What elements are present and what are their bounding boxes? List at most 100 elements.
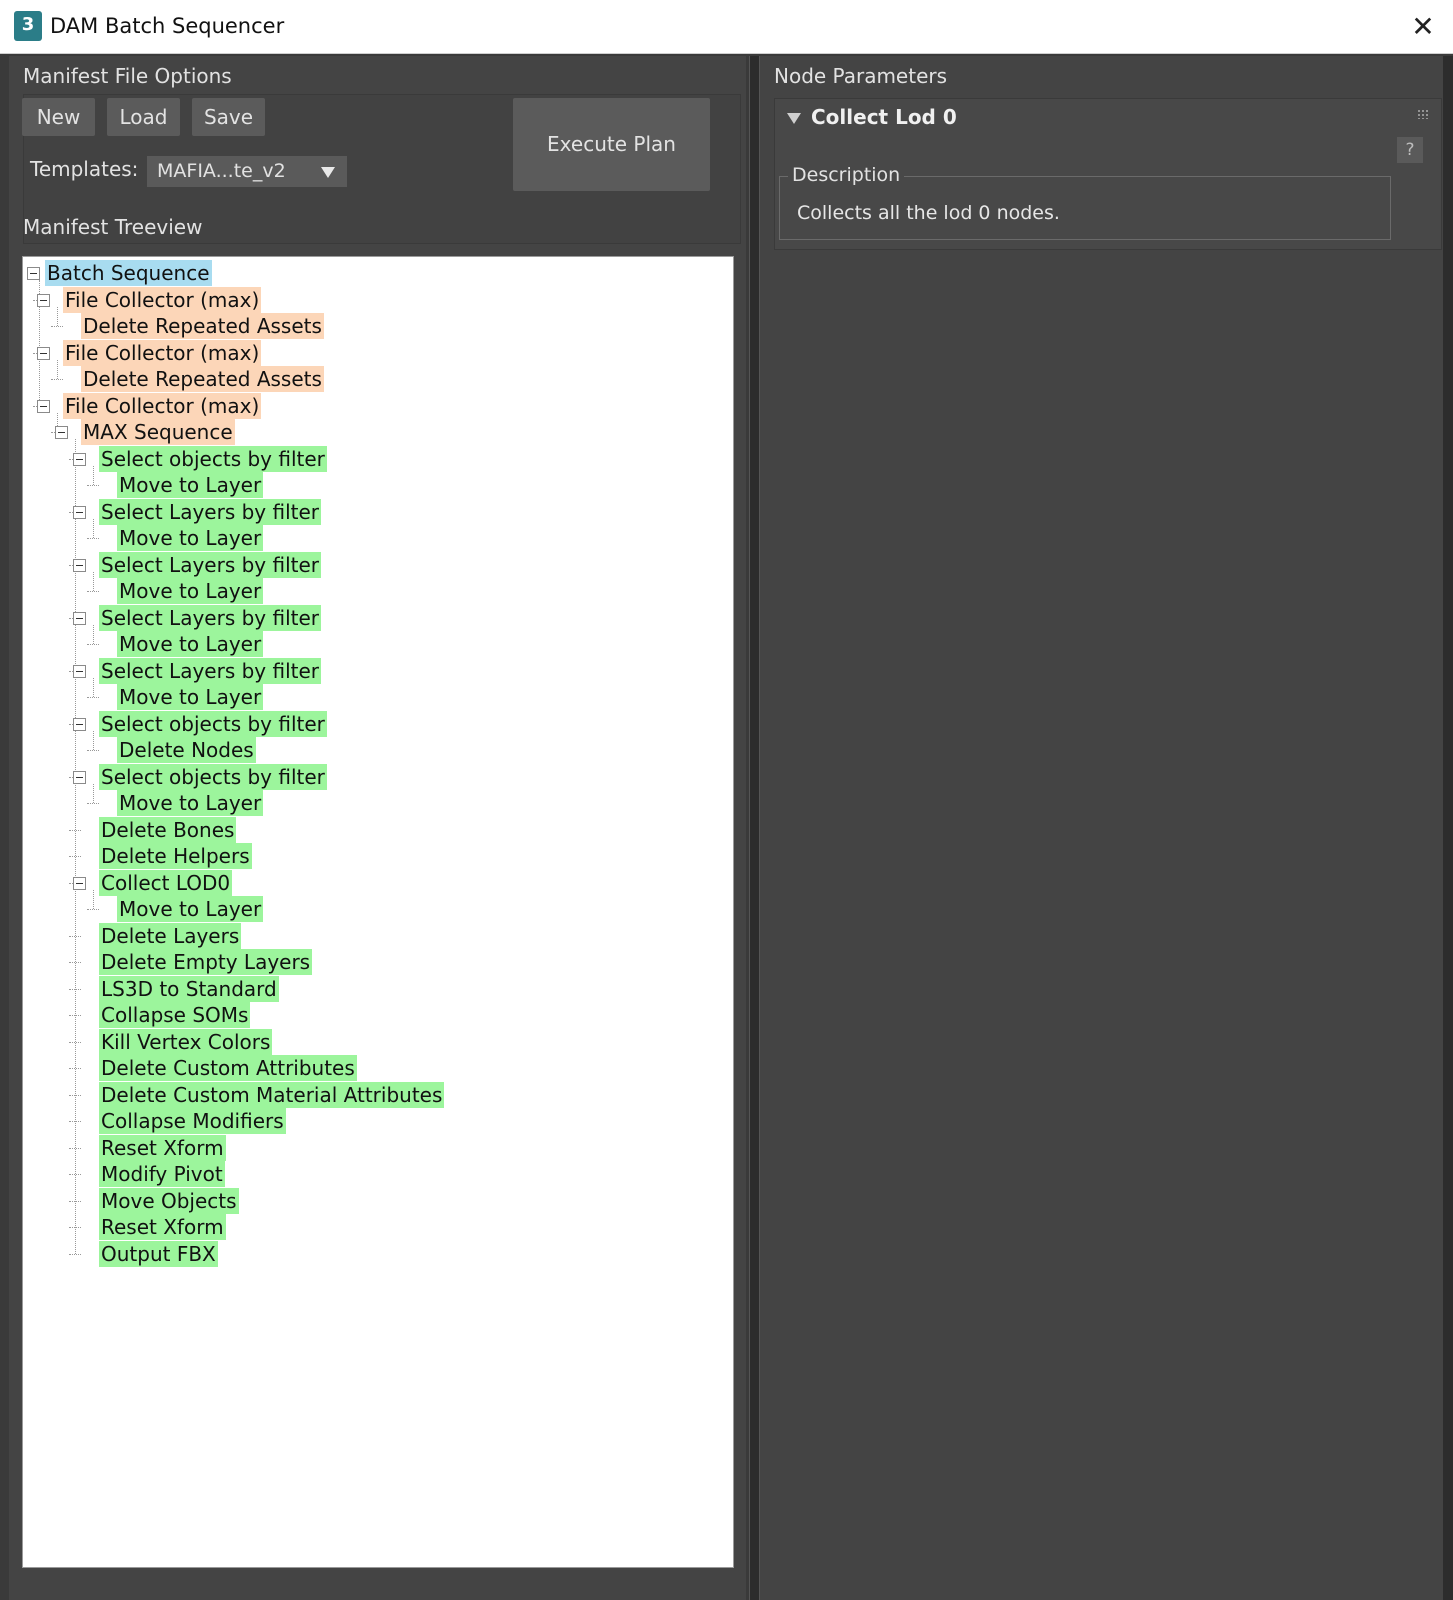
collapse-toggle-icon[interactable] bbox=[73, 505, 86, 519]
tree-node[interactable]: LS3D to Standard bbox=[99, 975, 279, 1002]
tree-node[interactable]: Select objects by filter bbox=[99, 710, 327, 737]
tree-node[interactable]: Delete Repeated Assets bbox=[81, 366, 324, 392]
collapse-toggle-icon[interactable] bbox=[73, 611, 86, 625]
tree-node-label: Delete Helpers bbox=[99, 843, 252, 869]
drag-grip-icon[interactable] bbox=[1417, 109, 1429, 119]
tree-node[interactable]: Move to Layer bbox=[117, 684, 264, 710]
tree-node-label: File Collector (max) bbox=[63, 286, 262, 313]
tree-node[interactable]: Modify Pivot bbox=[99, 1161, 225, 1187]
collapse-toggle-icon[interactable] bbox=[73, 664, 86, 678]
manifest-treeview[interactable]: Batch Sequence File Collector (max) Delete… bbox=[22, 256, 734, 1568]
tree-node[interactable]: Select Layers by filter bbox=[99, 498, 322, 525]
tree-node[interactable]: Output FBX bbox=[99, 1240, 218, 1267]
collapse-toggle-icon[interactable] bbox=[73, 452, 86, 466]
tree-connector bbox=[69, 1147, 81, 1149]
description-text: Collects all the lod 0 nodes. bbox=[797, 202, 1060, 224]
tree-node[interactable]: Kill Vertex Colors bbox=[99, 1028, 273, 1055]
help-button[interactable]: ? bbox=[1397, 137, 1423, 163]
tree-node[interactable]: Move to Layer bbox=[117, 790, 264, 816]
tree-node[interactable]: Delete Nodes bbox=[117, 737, 256, 763]
save-button[interactable]: Save bbox=[192, 98, 265, 136]
tree-node[interactable]: Delete Empty Layers bbox=[99, 949, 313, 975]
tree-node[interactable]: Move to Layer bbox=[117, 578, 264, 604]
load-button[interactable]: Load bbox=[107, 98, 180, 136]
tree-node-label: Batch Sequence bbox=[45, 260, 212, 286]
chevron-down-icon bbox=[321, 167, 335, 178]
tree-node-label: Move to Layer bbox=[117, 578, 264, 604]
tree-connector bbox=[69, 935, 81, 937]
collapse-toggle-icon[interactable] bbox=[73, 558, 86, 572]
tree-node-label: Move to Layer bbox=[117, 684, 264, 710]
close-button[interactable]: ✕ bbox=[1403, 8, 1443, 46]
window-edge bbox=[1443, 56, 1453, 1600]
tree-connector bbox=[87, 485, 99, 486]
tree-node-label: Output FBX bbox=[99, 1240, 218, 1267]
tree-node[interactable]: Delete Custom Material Attributes bbox=[99, 1081, 445, 1108]
tree-node[interactable]: Move to Layer bbox=[117, 631, 264, 657]
tree-node-label: LS3D to Standard bbox=[99, 975, 279, 1002]
tree-node[interactable]: Batch Sequence bbox=[45, 260, 212, 286]
tree-node[interactable]: File Collector (max) bbox=[63, 392, 262, 419]
tree-node[interactable]: Reset Xform bbox=[99, 1214, 226, 1240]
left-pane: Manifest File Options New Load Save Exec… bbox=[9, 56, 746, 1600]
tree-node[interactable]: Move Objects bbox=[99, 1187, 239, 1214]
tree-node-label: Select Layers by filter bbox=[99, 551, 322, 578]
tree-connector bbox=[69, 1015, 81, 1016]
tree-node[interactable]: Delete Custom Attributes bbox=[99, 1055, 357, 1081]
collapse-toggle-icon[interactable] bbox=[73, 770, 86, 784]
tree-node[interactable]: Delete Layers bbox=[99, 922, 242, 949]
tree-node-label: Delete Empty Layers bbox=[99, 949, 313, 975]
new-button[interactable]: New bbox=[22, 98, 95, 136]
collapse-toggle-icon[interactable] bbox=[73, 876, 86, 890]
tree-node-label: File Collector (max) bbox=[63, 392, 262, 419]
title-bar: 3 DAM Batch Sequencer ✕ bbox=[0, 0, 1453, 54]
tree-node-label: Kill Vertex Colors bbox=[99, 1028, 273, 1055]
tree-connector bbox=[93, 730, 94, 750]
tree-node[interactable]: File Collector (max) bbox=[63, 286, 262, 313]
tree-node[interactable]: Move to Layer bbox=[117, 472, 264, 498]
tree-node[interactable]: Select Layers by filter bbox=[99, 604, 322, 631]
tree-node[interactable]: Delete Repeated Assets bbox=[81, 313, 324, 339]
tree-node[interactable]: Collect LOD0 bbox=[99, 869, 233, 896]
tree-connector bbox=[69, 1253, 81, 1255]
tree-node[interactable]: Select Layers by filter bbox=[99, 551, 322, 578]
collapse-triangle-icon[interactable] bbox=[787, 113, 801, 124]
tree-connector bbox=[69, 1121, 81, 1122]
tree-node[interactable]: Reset Xform bbox=[99, 1134, 226, 1161]
app-icon: 3 bbox=[14, 11, 42, 41]
pane-splitter[interactable] bbox=[749, 56, 760, 1600]
rollout-title[interactable]: Collect Lod 0 bbox=[811, 105, 957, 129]
tree-connector bbox=[93, 624, 94, 644]
tree-node[interactable]: Select objects by filter bbox=[99, 763, 327, 790]
collapse-toggle-icon[interactable] bbox=[37, 399, 50, 413]
right-pane: Node Parameters Collect Lod 0 ? Descript… bbox=[760, 56, 1453, 1600]
tree-connector bbox=[69, 1227, 81, 1228]
execute-plan-button[interactable]: Execute Plan bbox=[513, 98, 710, 191]
tree-connector bbox=[69, 1068, 81, 1069]
tree-node[interactable]: File Collector (max) bbox=[63, 339, 262, 366]
tree-node[interactable]: Move to Layer bbox=[117, 896, 264, 922]
templates-dropdown[interactable]: MAFIA...te_v2 bbox=[147, 156, 347, 187]
collapse-toggle-icon[interactable] bbox=[55, 426, 68, 439]
tree-node[interactable]: Delete Helpers bbox=[99, 843, 252, 869]
tree-node[interactable]: Select Layers by filter bbox=[99, 657, 322, 684]
collapse-toggle-icon[interactable] bbox=[27, 267, 40, 280]
tree-node[interactable]: Select objects by filter bbox=[99, 445, 327, 472]
tree-node[interactable]: MAX Sequence bbox=[81, 419, 235, 445]
tree-node[interactable]: Move to Layer bbox=[117, 525, 264, 551]
tree-node[interactable]: Delete Bones bbox=[99, 816, 237, 843]
tree-connector bbox=[87, 803, 99, 804]
tree-node[interactable]: Collapse SOMs bbox=[99, 1002, 251, 1028]
collapse-toggle-icon[interactable] bbox=[37, 293, 50, 307]
tree-connector bbox=[69, 962, 81, 963]
collapse-toggle-icon[interactable] bbox=[73, 717, 86, 731]
tree-node-label: Select Layers by filter bbox=[99, 604, 322, 631]
tree-node[interactable]: Collapse Modifiers bbox=[99, 1108, 286, 1134]
node-parameters-label: Node Parameters bbox=[774, 64, 948, 88]
tree-node-label: Reset Xform bbox=[99, 1134, 226, 1161]
tree-connector bbox=[87, 697, 99, 698]
tree-node-label: Move to Layer bbox=[117, 525, 264, 551]
collapse-toggle-icon[interactable] bbox=[37, 346, 50, 360]
tree-node-label: Delete Bones bbox=[99, 816, 237, 843]
tree-node-label: Select objects by filter bbox=[99, 710, 327, 737]
